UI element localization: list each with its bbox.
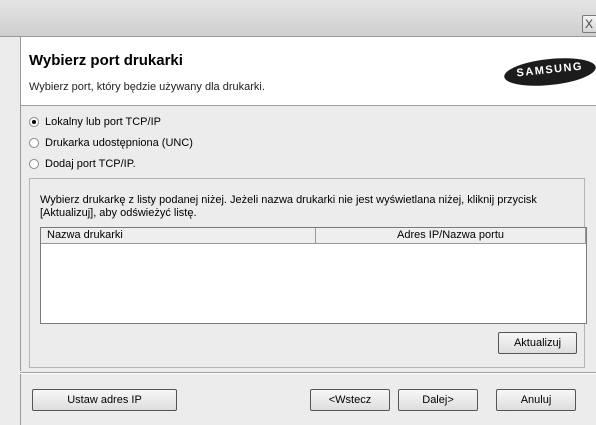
- close-icon[interactable]: X: [582, 15, 596, 33]
- title-bar: X: [0, 0, 596, 37]
- column-header-printer-name[interactable]: Nazwa drukarki: [41, 228, 316, 243]
- radio-label: Lokalny lub port TCP/IP: [45, 116, 161, 128]
- printer-selection-group: Wybierz drukarkę z listy podanej niżej. …: [29, 178, 587, 368]
- page-subtitle: Wybierz port, który będzie używany dla d…: [29, 81, 265, 93]
- printer-list[interactable]: Nazwa drukarki Adres IP/Nazwa portu: [40, 227, 587, 324]
- radio-button-selected[interactable]: [29, 117, 39, 127]
- next-button[interactable]: Dalej>: [398, 389, 478, 411]
- radio-local-port[interactable]: Lokalny lub port TCP/IP: [29, 114, 161, 130]
- instruction-line-2: [Aktualizuj], aby odświeżyć listę.: [40, 207, 197, 219]
- dialog-header: Wybierz port drukarki Wybierz port, któr…: [20, 37, 596, 106]
- logo-text: SAMSUNG: [515, 60, 584, 80]
- radio-add-tcpip-port[interactable]: Dodaj port TCP/IP.: [29, 156, 136, 172]
- set-ip-address-button[interactable]: Ustaw adres IP: [32, 389, 177, 411]
- cancel-button[interactable]: Anuluj: [496, 389, 576, 411]
- radio-button[interactable]: [29, 159, 39, 169]
- radio-button[interactable]: [29, 138, 39, 148]
- instruction-line-1: Wybierz drukarkę z listy podanej niżej. …: [40, 194, 537, 206]
- radio-label: Drukarka udostępniona (UNC): [45, 137, 193, 149]
- back-button[interactable]: <Wstecz: [310, 389, 390, 411]
- samsung-logo: SAMSUNG: [502, 54, 596, 90]
- list-header: Nazwa drukarki Adres IP/Nazwa portu: [41, 228, 586, 244]
- radio-shared-printer[interactable]: Drukarka udostępniona (UNC): [29, 135, 193, 151]
- refresh-button[interactable]: Aktualizuj: [498, 332, 577, 354]
- installer-dialog: X Wybierz port drukarki Wybierz port, kt…: [0, 0, 596, 425]
- page-title: Wybierz port drukarki: [29, 52, 183, 69]
- radio-label: Dodaj port TCP/IP.: [45, 158, 136, 170]
- instruction-text: Wybierz drukarkę z listy podanej niżej. …: [40, 194, 580, 220]
- column-header-ip-port[interactable]: Adres IP/Nazwa portu: [316, 228, 586, 243]
- dialog-footer: Ustaw adres IP <Wstecz Dalej> Anuluj: [20, 374, 596, 425]
- dialog-content: Lokalny lub port TCP/IP Drukarka udostęp…: [20, 106, 596, 371]
